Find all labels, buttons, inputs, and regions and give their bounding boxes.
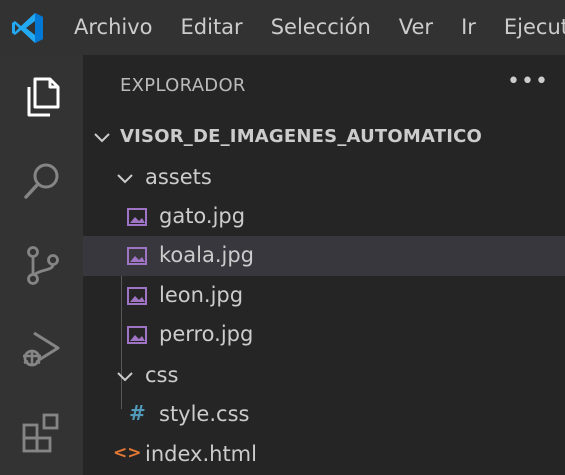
activity-source-control[interactable] — [0, 223, 83, 307]
explorer-header: EXPLORADOR ••• — [83, 55, 565, 117]
file-perro-label: perro.jpg — [159, 322, 254, 346]
extensions-icon — [22, 413, 58, 453]
chevron-down-icon — [117, 372, 133, 382]
file-index-label: index.html — [145, 442, 257, 466]
tree-file-style[interactable]: # style.css — [83, 395, 565, 435]
chevron-down-icon — [117, 174, 133, 184]
menu-archivo[interactable]: Archivo — [60, 0, 167, 55]
file-gato-label: gato.jpg — [159, 204, 246, 228]
activity-bar — [0, 55, 83, 475]
tree-file-leon[interactable]: leon.jpg — [83, 276, 565, 316]
image-file-icon — [127, 326, 147, 344]
explorer-sidebar: EXPLORADOR ••• VISOR_DE_IMAGENES_AUTOMAT… — [83, 55, 565, 475]
tree-file-index[interactable]: <> index.html — [83, 435, 565, 475]
html-file-icon: <> — [113, 443, 142, 463]
file-style-label: style.css — [159, 402, 250, 426]
tree-root-folder[interactable]: VISOR_DE_IMAGENES_AUTOMATICO — [83, 117, 565, 157]
explorer-title: EXPLORADOR — [120, 75, 246, 96]
menu-bar: Archivo Editar Selección Ver Ir Ejecutar — [60, 0, 565, 55]
run-debug-icon — [22, 331, 59, 367]
search-icon — [23, 163, 58, 199]
more-actions-button[interactable]: ••• — [507, 69, 549, 94]
css-file-icon: # — [129, 401, 146, 425]
activity-run-debug[interactable] — [0, 307, 83, 391]
tree-file-koala[interactable]: koala.jpg — [83, 236, 565, 276]
activity-search[interactable] — [0, 139, 83, 223]
tree-folder-assets[interactable]: assets — [83, 158, 565, 198]
image-file-icon — [127, 247, 147, 265]
file-leon-label: leon.jpg — [159, 283, 244, 307]
title-bar: Archivo Editar Selección Ver Ir Ejecutar — [0, 0, 565, 55]
image-file-icon — [127, 208, 147, 226]
menu-seleccion[interactable]: Selección — [257, 0, 385, 55]
image-file-icon — [127, 287, 147, 305]
menu-ejecutar[interactable]: Ejecutar — [490, 0, 565, 55]
activity-explorer[interactable] — [0, 55, 83, 139]
menu-ir[interactable]: Ir — [447, 0, 490, 55]
menu-ver[interactable]: Ver — [385, 0, 447, 55]
tree-file-gato[interactable]: gato.jpg — [83, 197, 565, 237]
vscode-logo-icon[interactable] — [11, 11, 45, 45]
activity-extensions[interactable] — [0, 391, 83, 475]
tree-folder-css[interactable]: css — [83, 356, 565, 396]
chevron-down-icon — [94, 133, 110, 143]
folder-assets-label: assets — [145, 165, 212, 189]
root-folder-label: VISOR_DE_IMAGENES_AUTOMATICO — [120, 126, 483, 147]
tree-file-perro[interactable]: perro.jpg — [83, 315, 565, 355]
file-koala-label: koala.jpg — [159, 243, 255, 267]
files-icon — [27, 77, 59, 117]
folder-css-label: css — [145, 363, 179, 387]
menu-editar[interactable]: Editar — [167, 0, 257, 55]
source-control-icon — [26, 246, 59, 285]
